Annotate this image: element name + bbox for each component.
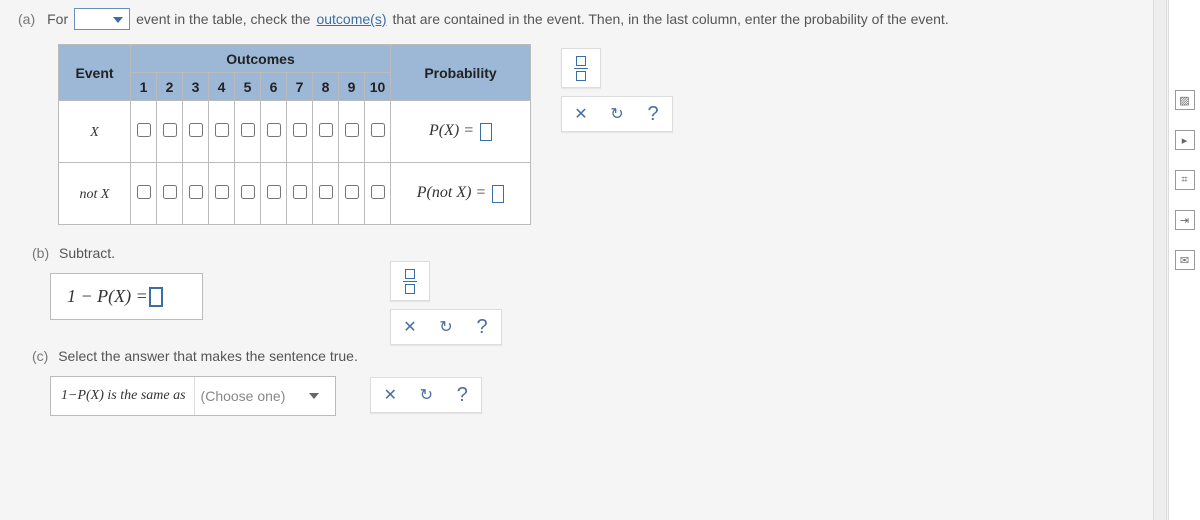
clear-button[interactable]: ✕ [570,103,592,125]
col-5: 5 [235,73,261,101]
side-rail: ▨ ▸ ⌗ ⇥ ✉ [1168,0,1200,520]
part-a-label: (a) [18,11,35,27]
help-button-c[interactable]: ? [451,384,473,406]
choose-placeholder: (Choose one) [201,388,286,404]
x-outcome-6[interactable] [267,123,281,137]
notx-outcome-9[interactable] [345,185,359,199]
x-outcome-3[interactable] [189,123,203,137]
notx-outcome-2[interactable] [163,185,177,199]
col-1: 1 [131,73,157,101]
prob-x-cell: P(X) = [391,101,531,163]
outcomes-header: Outcomes [131,45,391,73]
help-button-b[interactable]: ? [471,316,493,338]
part-c-title: Select the answer that makes the sentenc… [58,348,358,364]
x-outcome-5[interactable] [241,123,255,137]
choose-one-dropdown[interactable]: (Choose one) [194,377,326,415]
notx-outcome-1[interactable] [137,185,151,199]
notx-outcome-10[interactable] [371,185,385,199]
notx-outcome-7[interactable] [293,185,307,199]
help-icon: ? [647,103,658,126]
col-8: 8 [313,73,339,101]
part-a-for: For [47,11,68,27]
col-2: 2 [157,73,183,101]
help-icon: ? [476,316,487,339]
col-6: 6 [261,73,287,101]
part-b-label: (b) [32,245,49,261]
row-x-label: X [59,101,131,163]
redo-button-b[interactable]: ↻ [435,316,457,338]
instr-before: event in the table, check the [136,11,310,27]
col-9: 9 [339,73,365,101]
row-notx-label: not X [59,163,131,225]
notx-outcome-8[interactable] [319,185,333,199]
x-outcome-2[interactable] [163,123,177,137]
redo-button-c[interactable]: ↻ [415,384,437,406]
subtract-equation-box: 1 − P(X) = [50,273,203,320]
rail-icon-2[interactable]: ▸ [1175,130,1195,150]
vertical-scrollbar[interactable] [1153,0,1167,520]
outcomes-link[interactable]: outcome(s) [316,11,386,27]
notx-outcome-6[interactable] [267,185,281,199]
clear-button-c[interactable]: ✕ [379,384,401,406]
col-4: 4 [209,73,235,101]
x-icon: ✕ [403,317,416,337]
event-scope-dropdown[interactable] [74,8,130,30]
rail-icon-4[interactable]: ⇥ [1175,210,1195,230]
prob-notx-cell: P(not X) = [391,163,531,225]
col-3: 3 [183,73,209,101]
prob-x-input[interactable] [480,123,492,141]
fraction-icon [574,56,588,81]
part-c-label: (c) [32,348,48,364]
part-c-toolbar: ✕ ↻ ? [370,377,482,413]
subtract-equation: 1 − P(X) = [67,286,148,307]
prob-notx-input[interactable] [492,185,504,203]
notx-outcome-5[interactable] [241,185,255,199]
outcomes-table: Event Outcomes Probability 1 2 3 4 5 6 7… [58,44,531,225]
redo-icon: ↻ [420,385,433,405]
fraction-tool-button[interactable] [561,48,601,88]
help-icon: ? [457,384,468,407]
help-button[interactable]: ? [642,103,664,125]
col-7: 7 [287,73,313,101]
redo-button[interactable]: ↻ [606,103,628,125]
event-header: Event [59,45,131,101]
rail-icon-1[interactable]: ▨ [1175,90,1195,110]
x-outcome-4[interactable] [215,123,229,137]
fraction-tool-button-b[interactable] [390,261,430,301]
rail-icon-5[interactable]: ✉ [1175,250,1195,270]
notx-outcome-4[interactable] [215,185,229,199]
probability-header: Probability [391,45,531,101]
instr-after: that are contained in the event. Then, i… [393,11,949,27]
x-outcome-8[interactable] [319,123,333,137]
part-b-title: Subtract. [59,245,115,261]
x-outcome-10[interactable] [371,123,385,137]
part-a-toolbar: ✕ ↻ ? [561,96,673,132]
fraction-icon [403,269,417,294]
col-10: 10 [365,73,391,101]
rail-icon-3[interactable]: ⌗ [1175,170,1195,190]
redo-icon: ↻ [439,317,452,337]
sentence-lhs: 1−P(X) is the same as [61,388,186,403]
x-icon: ✕ [384,385,397,405]
sentence-box: 1−P(X) is the same as (Choose one) [50,376,336,416]
x-outcome-1[interactable] [137,123,151,137]
x-icon: ✕ [574,104,587,124]
clear-button-b[interactable]: ✕ [399,316,421,338]
x-outcome-9[interactable] [345,123,359,137]
subtract-answer-input[interactable] [150,288,162,306]
chevron-down-icon [309,393,319,399]
x-outcome-7[interactable] [293,123,307,137]
part-b-toolbar: ✕ ↻ ? [390,309,502,345]
redo-icon: ↻ [610,104,623,124]
notx-outcome-3[interactable] [189,185,203,199]
